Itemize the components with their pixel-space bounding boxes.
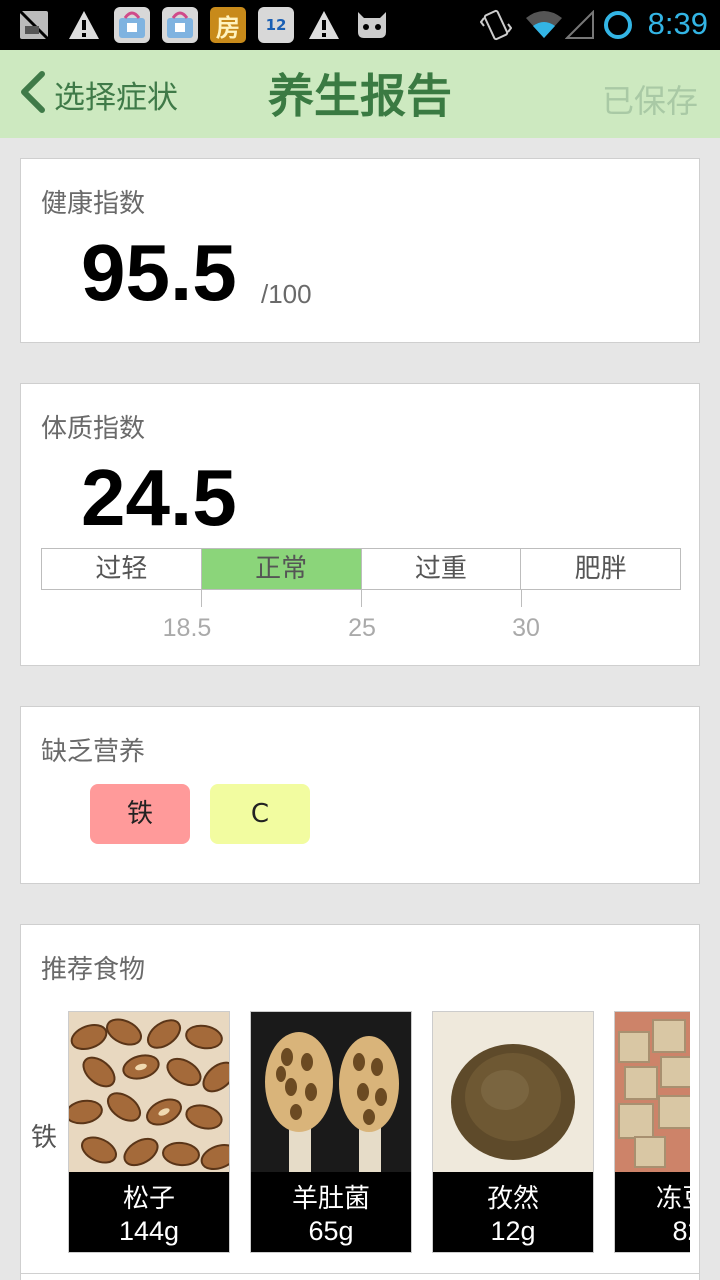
bmi-tick bbox=[521, 590, 522, 607]
app-store-icon bbox=[114, 7, 150, 43]
frozen-tofu-image bbox=[615, 1012, 690, 1172]
health-index-title: 健康指数 bbox=[41, 189, 146, 219]
signal-icon bbox=[562, 7, 598, 43]
health-index-card: 健康指数 95.5 /100 bbox=[20, 158, 700, 343]
no-sim-icon bbox=[16, 7, 52, 43]
food-scroll-row[interactable]: 松子 144g 羊肚菌 65g 孜然 12g 冻 8 bbox=[68, 925, 690, 1265]
bmi-threshold-label: 30 bbox=[512, 614, 540, 642]
warning-icon bbox=[66, 7, 102, 43]
bmi-value: 24.5 bbox=[81, 453, 237, 542]
house-app-icon: 房 bbox=[210, 7, 246, 43]
food-row-nutrient-label: 铁 bbox=[31, 1123, 58, 1153]
wifi-icon bbox=[524, 7, 564, 43]
food-card-frozen-tofu[interactable]: 冻豆腐 82g bbox=[614, 1011, 690, 1253]
nutrient-tag-iron[interactable]: 铁 bbox=[90, 784, 190, 844]
recommended-food-card: 推荐食物 铁 松子 144g 羊肚菌 65g 孜然 12g 冻 8 bbox=[20, 924, 700, 1280]
food-card-cumin[interactable]: 孜然 12g bbox=[432, 1011, 594, 1253]
bmi-card: 体质指数 24.5 过轻 正常 过重 肥胖 18.5 25 30 bbox=[20, 383, 700, 666]
robot-icon bbox=[354, 7, 390, 43]
warning-icon bbox=[306, 7, 342, 43]
food-name: 松子 bbox=[122, 1184, 175, 1214]
health-index-max: /100 bbox=[261, 279, 312, 309]
food-amount: 82g bbox=[672, 1216, 690, 1246]
health-index-value: 95.5 bbox=[81, 228, 237, 317]
bmi-segment-underweight: 过轻 bbox=[42, 549, 202, 589]
food-name: 冻豆腐 bbox=[655, 1184, 690, 1214]
bmi-scale: 过轻 正常 过重 肥胖 bbox=[41, 548, 681, 590]
row-divider bbox=[21, 1273, 699, 1274]
food-name: 羊肚菌 bbox=[291, 1184, 370, 1214]
food-amount: 144g bbox=[118, 1216, 180, 1246]
battery-ring-icon bbox=[600, 7, 636, 43]
food-amount: 65g bbox=[308, 1216, 354, 1246]
cumin-powder-image bbox=[433, 1012, 593, 1172]
clock: 8:39 bbox=[647, 6, 708, 41]
food-amount: 12g bbox=[490, 1216, 536, 1246]
deficiency-card: 缺乏营养 铁 C bbox=[20, 706, 700, 884]
bmi-tick bbox=[361, 590, 362, 607]
bmi-segment-normal: 正常 bbox=[201, 549, 362, 589]
bmi-threshold-label: 25 bbox=[348, 614, 376, 642]
app-store-icon bbox=[162, 7, 198, 43]
bmi-title: 体质指数 bbox=[41, 414, 146, 444]
calendar-app-icon: 12 bbox=[258, 7, 294, 43]
food-name: 孜然 bbox=[486, 1184, 539, 1214]
bmi-tick bbox=[201, 590, 202, 607]
vibrate-icon bbox=[478, 7, 514, 43]
bmi-segment-overweight: 过重 bbox=[362, 549, 522, 589]
nutrient-tag-vitamin-c[interactable]: C bbox=[210, 784, 310, 844]
deficiency-title: 缺乏营养 bbox=[41, 737, 146, 767]
food-card-pine-nuts[interactable]: 松子 144g bbox=[68, 1011, 230, 1253]
pine-nuts-image bbox=[69, 1012, 229, 1172]
app-header: 选择症状 养生报告 已保存 bbox=[0, 50, 720, 138]
bmi-segment-obese: 肥胖 bbox=[574, 554, 627, 584]
food-card-morel[interactable]: 羊肚菌 65g bbox=[250, 1011, 412, 1253]
bmi-threshold-label: 18.5 bbox=[162, 614, 212, 642]
morel-mushroom-image bbox=[251, 1012, 411, 1172]
status-bar: 房 12 8:39 bbox=[0, 0, 720, 50]
saved-button[interactable]: 已保存 bbox=[602, 76, 698, 122]
